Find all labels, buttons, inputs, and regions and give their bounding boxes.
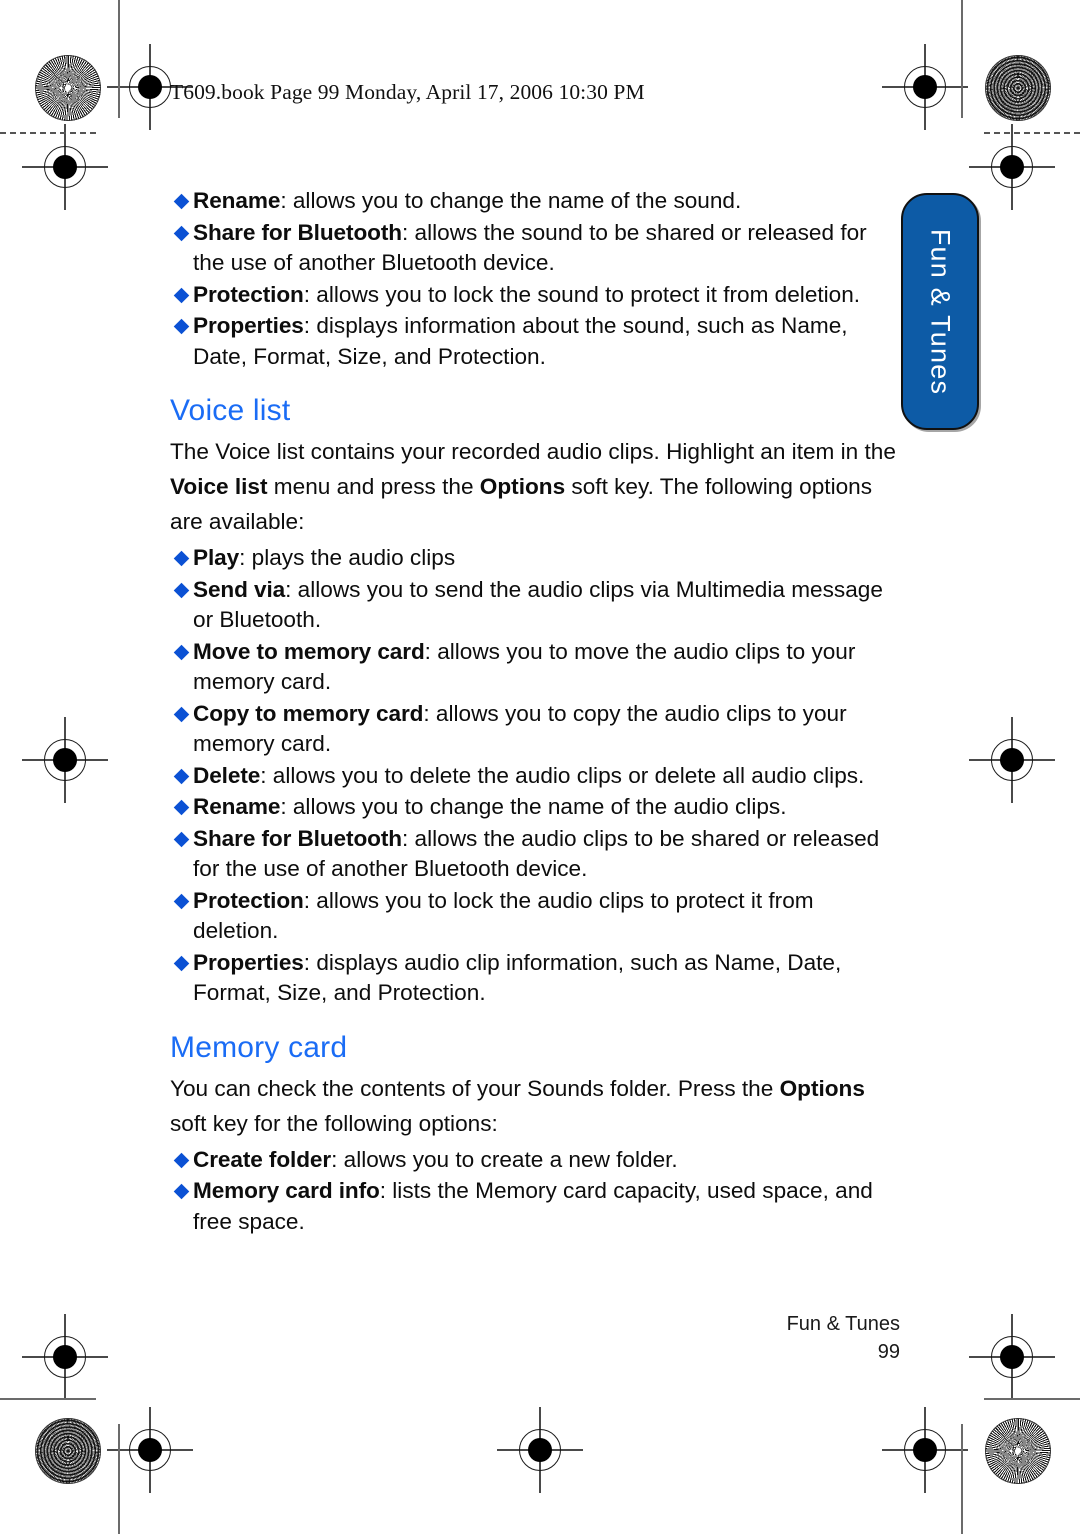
registration-mark-right-middle [969,717,1055,803]
rosette-mark-top-right [985,55,1051,121]
registration-mark-left-middle [22,717,108,803]
registration-mark-top-right [882,44,968,130]
registration-mark-right-upper [969,124,1055,210]
crop-line-right-vertical-bottom [961,1424,963,1534]
registration-mark-bottom-left [107,1407,193,1493]
diamond-bullet-icon [173,706,190,722]
paragraph-text: menu and press the [267,474,480,499]
option-term: Rename [193,188,281,213]
option-list-item: Protection: allows you to lock the sound… [170,280,900,311]
footer-chapter-name: Fun & Tunes [786,1313,900,1335]
option-list-item: Rename: allows you to change the name of… [170,186,900,217]
diamond-bullet-icon [173,225,190,241]
crop-line-bottom-left-horizontal [0,1398,96,1400]
section-heading: Memory card [170,1030,348,1064]
registration-mark-bottom-right [882,1407,968,1493]
option-term: Delete [193,762,261,788]
content-section: Voice list The Voice list contains your r… [170,394,900,1009]
option-list-item: Protection: allows you to lock the audio… [170,886,900,947]
rosette-mark-top-left [35,55,101,121]
option-list-item: Delete: allows you to delete the audio c… [170,761,900,792]
diamond-bullet-icon [173,193,190,210]
option-term: Protection [193,887,304,913]
option-list-item: Play: plays the audio clips [170,543,900,574]
intro-option-list: Rename: allows you to change the name of… [170,186,900,372]
option-term: Share for Bluetooth [193,825,402,851]
diamond-bullet-icon [173,831,190,847]
section-option-list: Play: plays the audio clips Send via: all… [170,543,900,1009]
crop-line-bottom-right-horizontal [984,1398,1080,1400]
option-term: Rename [193,794,281,819]
diamond-bullet-icon [173,768,190,784]
running-header-text: T609.book Page 99 Monday, April 17, 2006… [170,80,645,104]
option-description: : allows you to change the name of the s… [280,188,742,213]
paragraph-emphasis: Options [779,1075,865,1101]
diamond-bullet-icon [173,1183,190,1200]
diamond-bullet-icon [173,582,190,598]
paragraph-text: The Voice list contains your recorded au… [170,439,896,464]
diamond-bullet-icon [173,955,190,971]
diamond-bullet-icon [173,550,190,567]
rosette-mark-bottom-right [985,1418,1051,1484]
option-term: Properties [193,949,304,975]
crop-line-top-left-horizontal [0,132,96,134]
option-list-item: Share for Bluetooth: allows the sound to… [170,218,900,279]
option-term: Share for Bluetooth [193,219,402,245]
option-term: Create folder [193,1146,332,1172]
option-term: Properties [193,313,304,338]
option-description: : allows you to create a new folder. [331,1146,678,1172]
option-description: : allows you to delete the audio clips o… [260,762,865,788]
option-term: Memory card info [193,1178,380,1203]
registration-mark-right-lower [969,1314,1055,1400]
registration-mark-bottom-center [497,1407,583,1493]
section-heading: Voice list [170,394,291,427]
crop-line-left-vertical-bottom [118,1424,120,1534]
paragraph-emphasis: Options [479,474,566,499]
section-paragraph: The Voice list contains your recorded au… [170,434,900,539]
option-list-item: Properties: displays audio clip informat… [170,948,900,1009]
page-body: Rename: allows you to change the name of… [170,182,900,1238]
section-container: Voice list The Voice list contains your r… [170,394,900,1237]
chapter-thumb-tab-label: Fun & Tunes [925,228,956,395]
rosette-mark-bottom-left [35,1418,101,1484]
diamond-bullet-icon [173,799,190,816]
option-term: Copy to memory card [193,700,424,726]
option-list-item: Move to memory card: allows you to move … [170,637,900,698]
option-list-item: Create folder: allows you to create a ne… [170,1145,900,1176]
registration-mark-left-upper [22,124,108,210]
option-list-item: Send via: allows you to send the audio c… [170,575,900,636]
diamond-bullet-icon [173,318,190,335]
option-list-item: Copy to memory card: allows you to copy … [170,699,900,760]
diamond-bullet-icon [173,287,190,303]
option-list-item: Properties: displays information about t… [170,311,900,372]
crop-line-top-right-horizontal [984,132,1080,134]
chapter-thumb-tab: Fun & Tunes [901,193,979,430]
option-term: Move to memory card [193,638,425,664]
option-description: : allows you to lock the sound to protec… [303,281,861,307]
section-paragraph: You can check the contents of your Sound… [170,1071,900,1141]
option-description: : plays the audio clips [239,545,456,570]
option-list-item: Rename: allows you to change the name of… [170,792,900,823]
option-term: Protection [193,281,304,307]
section-option-list: Create folder: allows you to create a ne… [170,1145,900,1238]
diamond-bullet-icon [173,893,190,909]
paragraph-emphasis: Voice list [170,474,268,499]
option-term: Send via [193,576,286,602]
crop-line-left-vertical-top [118,0,120,118]
diamond-bullet-icon [173,644,190,660]
diamond-bullet-icon [173,1152,190,1168]
document-page: T609.book Page 99 Monday, April 17, 2006… [0,0,1080,1534]
option-list-item: Memory card info: lists the Memory card … [170,1176,900,1237]
content-section: Memory card You can check the contents of… [170,1031,900,1238]
option-description: : allows you to send the audio clips via… [193,576,883,633]
footer-page-number: 99 [877,1341,900,1363]
crop-line-right-vertical-top [961,0,963,118]
registration-mark-left-lower [22,1314,108,1400]
option-term: Play [193,545,240,570]
option-description: : allows you to change the name of the a… [280,794,787,819]
option-list-item: Share for Bluetooth: allows the audio cl… [170,824,900,885]
paragraph-text: You can check the contents of your Sound… [170,1075,780,1101]
paragraph-text: soft key for the following options: [170,1110,498,1136]
page-footer: Fun & Tunes 99 [600,1310,900,1366]
